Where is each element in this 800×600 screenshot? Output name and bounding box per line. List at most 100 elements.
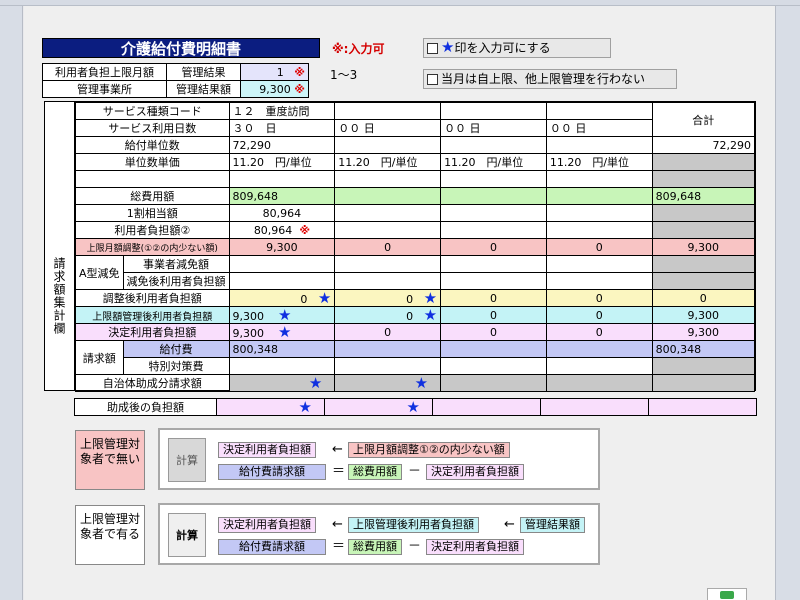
mgmt-amount-field[interactable]: 9,300 ※ (240, 80, 309, 98)
days-field[interactable]: ３０ 日 (228, 119, 336, 137)
arrow-left-icon: ← (332, 442, 343, 457)
adjusted-burden-field[interactable]: 0 ★ (228, 289, 336, 307)
days-field[interactable]: ００ 日 (440, 119, 547, 137)
provider-reduction-field[interactable] (545, 255, 653, 273)
star-toggle-label: 印を入力可にする (454, 41, 551, 55)
municipal-field[interactable]: ★ (334, 374, 442, 392)
mgmt-result-value[interactable]: 1 (277, 66, 284, 79)
provider-reduction-field[interactable] (334, 255, 442, 273)
star-icon[interactable]: ★ (415, 376, 428, 391)
star-icon[interactable]: ★ (318, 291, 331, 306)
units-total: 72,290 (651, 136, 756, 154)
units-field[interactable] (545, 136, 653, 154)
unit-price-field[interactable]: 11.20 円/単位 (228, 153, 336, 171)
benefit-total: 800,348 (651, 340, 756, 358)
after-subsidy-field (540, 398, 649, 416)
total-cost-total: 809,648 (651, 187, 756, 205)
benefit-label: 給付費 (122, 340, 230, 358)
after-subsidy-label: 助成後の負担額 (74, 398, 217, 416)
days-field[interactable]: ００ 日 (334, 119, 442, 137)
input-mark: ※ (299, 223, 311, 237)
arrow-left-icon: ← (504, 517, 515, 532)
equals-sign: ＝ (332, 464, 346, 479)
star-icon[interactable]: ★ (299, 398, 312, 416)
total-cost-field (334, 187, 442, 205)
after-reduction-label: 減免後利用者負担額 (122, 272, 230, 290)
adjusted-burden-value[interactable]: 0 (406, 293, 413, 306)
unit-price-field[interactable]: 11.20 円/単位 (334, 153, 442, 171)
claim-label: 請求額 (75, 340, 124, 375)
special-field[interactable] (228, 357, 336, 375)
limit-adjust-total: 9,300 (651, 238, 756, 256)
after-subsidy-field[interactable]: ★ (216, 398, 325, 416)
star-toggle-button[interactable]: ★印を入力可にする (423, 38, 611, 58)
limit-managed-value[interactable]: 0 (406, 310, 413, 323)
municipal-label: 自治体助成分請求額 (75, 374, 230, 392)
formula-mgmt-amount: 管理結果額 (520, 517, 585, 533)
corner-status-icon (707, 588, 747, 600)
star-icon[interactable]: ★ (278, 308, 291, 323)
minus-sign: － (408, 464, 422, 479)
adjusted-burden-total: 0 (651, 289, 756, 307)
units-field[interactable]: 72,290 (228, 136, 336, 154)
municipal-field[interactable]: ★ (228, 374, 336, 392)
adjusted-burden-field[interactable]: 0 ★ (334, 289, 442, 307)
adjusted-burden-value[interactable]: 0 (300, 293, 307, 306)
provider-reduction-field[interactable] (228, 255, 336, 273)
right-frame (775, 6, 800, 600)
decided-burden-total: 9,300 (651, 323, 756, 341)
self-limit-checkbox[interactable] (427, 74, 438, 85)
decided-burden-label: 決定利用者負担額 (75, 323, 230, 341)
burden2-field[interactable]: 80,964 ※ (228, 221, 336, 239)
burden2-label: 利用者負担額② (75, 221, 230, 239)
ten-percent-field (440, 204, 547, 222)
calc-button[interactable]: 計算 (168, 513, 206, 557)
burden2-field[interactable] (545, 221, 653, 239)
special-field[interactable] (440, 357, 547, 375)
decided-burden-value[interactable]: 9,300 (233, 327, 265, 340)
special-field[interactable] (545, 357, 653, 375)
star-icon[interactable]: ★ (278, 325, 291, 340)
service-code-field[interactable] (545, 102, 653, 120)
decided-burden-field[interactable]: 9,300 ★ (228, 323, 336, 341)
service-code-field[interactable]: １２ 重度訪問 (228, 102, 336, 120)
calc-button-disabled[interactable]: 計算 (168, 438, 206, 482)
mgmt-amount-value[interactable]: 9,300 (259, 83, 291, 96)
adjusted-burden-label: 調整後利用者負担額 (75, 289, 230, 307)
input-legend: ※:入力可 (332, 42, 385, 56)
star-icon[interactable]: ★ (424, 291, 437, 306)
after-subsidy-field[interactable]: ★ (324, 398, 433, 416)
total-cell-disabled (651, 221, 756, 239)
formula-decided-2: 決定利用者負担額 (426, 539, 524, 555)
burden2-field[interactable] (334, 221, 442, 239)
ten-percent-field (334, 204, 442, 222)
limit-managed-value[interactable]: 9,300 (233, 310, 265, 323)
unit-price-field[interactable]: 11.20 円/単位 (545, 153, 653, 171)
units-field[interactable] (334, 136, 442, 154)
formula-benefit-claim: 給付費請求額 (218, 539, 326, 555)
units-field[interactable] (440, 136, 547, 154)
star-icon[interactable]: ★ (407, 398, 420, 416)
unit-price-field[interactable]: 11.20 円/単位 (440, 153, 547, 171)
formula-limit-managed: 上限管理後利用者負担額 (348, 517, 479, 533)
limit-adjust-field: 9,300 (228, 238, 336, 256)
formula-decided: 決定利用者負担額 (218, 442, 316, 458)
burden2-value[interactable]: 80,964 (254, 224, 293, 237)
service-code-field[interactable] (334, 102, 442, 120)
star-icon[interactable]: ★ (309, 376, 322, 391)
special-field[interactable] (334, 357, 442, 375)
limit-managed-field[interactable]: 9,300 ★ (228, 306, 336, 324)
star-toggle-checkbox[interactable] (427, 43, 438, 54)
mgmt-result-field[interactable]: 1 ※ (240, 63, 309, 81)
burden2-field[interactable] (440, 221, 547, 239)
limit-managed-field[interactable]: 0 ★ (334, 306, 442, 324)
total-cost-field (545, 187, 653, 205)
star-icon[interactable]: ★ (424, 308, 437, 323)
blank-field (334, 170, 442, 188)
municipal-total (651, 374, 756, 392)
days-field[interactable]: ００ 日 (545, 119, 653, 137)
service-code-field[interactable] (440, 102, 547, 120)
self-limit-toggle-button[interactable]: 当月は自上限、他上限管理を行わない (423, 69, 677, 89)
range-note: 1〜3 (330, 68, 358, 82)
provider-reduction-field[interactable] (440, 255, 547, 273)
